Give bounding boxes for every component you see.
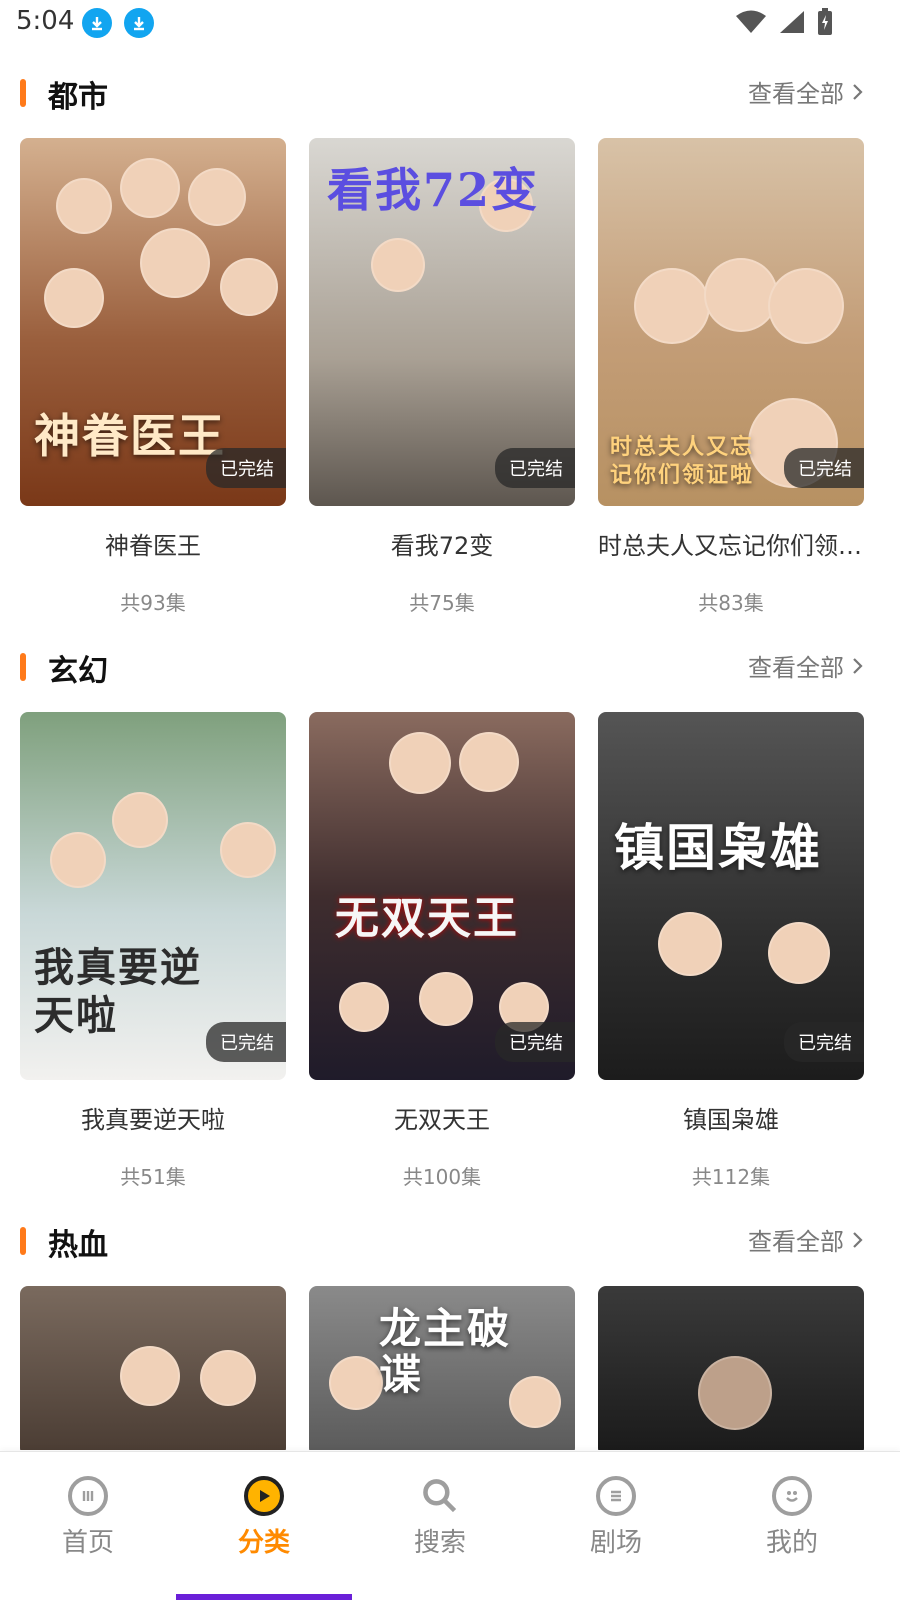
status-badge: 已完结 (206, 1022, 286, 1062)
bottom-tab-bar: 首页 分类 搜索 剧场 我的 (0, 1451, 900, 1600)
poster-title-art: 镇国枭雄 (614, 818, 822, 877)
poster-image[interactable]: 我真要逆天啦 已完结 (20, 712, 286, 1080)
view-all-link[interactable]: 查看全部 (748, 648, 864, 683)
theater-icon (596, 1476, 636, 1516)
poster-title-art: 龙主破谍 (379, 1304, 512, 1400)
poster-image[interactable]: 神眷医王 已完结 (20, 138, 286, 506)
tab-label: 搜索 (413, 1528, 466, 1558)
drama-card[interactable]: 我真要逆天啦 已完结 我真要逆天啦 共51集 (20, 712, 286, 1190)
section-fantasy: 玄幻 查看全部 我真要逆天啦 已完结 我真要逆天啦 共51集 无双天王 已完结 … (0, 636, 900, 1196)
episode-count: 共100集 (402, 1165, 482, 1189)
drama-card[interactable]: 无双天王 已完结 无双天王 共100集 (309, 712, 575, 1190)
wifi-icon (736, 10, 766, 33)
episode-count: 共83集 (698, 591, 764, 615)
drama-card[interactable] (598, 1286, 864, 1450)
poster-title-art: 时总夫人又忘记你们领证啦 (610, 433, 755, 489)
episode-count: 共51集 (120, 1165, 186, 1189)
status-badge: 已完结 (206, 448, 286, 488)
section-accent-bar (20, 79, 26, 107)
episode-count: 共112集 (691, 1165, 771, 1189)
poster-title-art: 我真要逆天啦 (34, 944, 202, 1039)
poster-title-art: 无双天王 (335, 893, 519, 944)
poster-title-art: 看我72变 (327, 163, 540, 217)
chevron-right-icon (853, 1231, 863, 1248)
status-badge: 已完结 (784, 448, 864, 488)
card-title: 看我72变 (390, 532, 494, 560)
tab-category[interactable]: 分类 (176, 1452, 352, 1600)
chevron-right-icon (853, 657, 863, 674)
section-title: 玄幻 (48, 654, 108, 689)
profile-icon (772, 1476, 812, 1516)
section-accent-bar (20, 1227, 26, 1255)
view-all-label: 查看全部 (748, 80, 844, 108)
status-badge: 已完结 (784, 1022, 864, 1062)
tab-label: 我的 (765, 1528, 818, 1558)
chevron-right-icon (853, 83, 863, 100)
download-icon (82, 8, 112, 38)
card-title: 无双天王 (394, 1106, 490, 1134)
drama-card[interactable]: 镇国枭雄 已完结 镇国枭雄 共112集 (598, 712, 864, 1190)
card-title: 时总夫人又忘记你们领证啦 (598, 532, 864, 560)
view-all-link[interactable]: 查看全部 (748, 74, 864, 109)
view-all-label: 查看全部 (748, 1228, 844, 1256)
drama-card[interactable] (20, 1286, 286, 1450)
signal-icon (780, 11, 804, 33)
poster-image[interactable]: 龙主破谍 (309, 1286, 575, 1450)
tab-search[interactable]: 搜索 (352, 1452, 528, 1600)
section-header: 都市 查看全部 (0, 62, 900, 122)
status-badge: 已完结 (495, 448, 575, 488)
card-title: 神眷医王 (105, 532, 201, 560)
drama-card[interactable]: 龙主破谍 (309, 1286, 575, 1450)
tab-label: 分类 (237, 1528, 290, 1558)
card-title: 我真要逆天啦 (81, 1106, 225, 1134)
status-bar: 5:04 (0, 0, 900, 48)
battery-icon (818, 8, 832, 35)
episode-count: 共75集 (409, 591, 475, 615)
home-icon (68, 1476, 108, 1516)
section-header: 玄幻 查看全部 (0, 636, 900, 696)
active-tab-indicator (176, 1594, 352, 1600)
poster-image[interactable]: 镇国枭雄 已完结 (598, 712, 864, 1080)
tab-theater[interactable]: 剧场 (528, 1452, 704, 1600)
category-icon (244, 1476, 284, 1516)
status-time: 5:04 (16, 6, 75, 36)
section-header: 热血 查看全部 (0, 1210, 900, 1270)
view-all-link[interactable]: 查看全部 (748, 1222, 864, 1257)
drama-card[interactable]: 看我72变 已完结 看我72变 共75集 (309, 138, 575, 616)
poster-image[interactable] (598, 1286, 864, 1450)
tab-label: 剧场 (589, 1528, 642, 1558)
search-icon (420, 1476, 460, 1516)
episode-count: 共93集 (120, 591, 186, 615)
section-title: 热血 (48, 1228, 108, 1263)
poster-image[interactable]: 看我72变 已完结 (309, 138, 575, 506)
poster-image[interactable] (20, 1286, 286, 1450)
card-title: 镇国枭雄 (683, 1106, 779, 1134)
section-title: 都市 (48, 80, 108, 115)
drama-card[interactable]: 时总夫人又忘记你们领证啦 已完结 时总夫人又忘记你们领证啦 共83集 (598, 138, 864, 616)
poster-image[interactable]: 无双天王 已完结 (309, 712, 575, 1080)
download-icon (124, 8, 154, 38)
section-accent-bar (20, 653, 26, 681)
drama-card[interactable]: 神眷医王 已完结 神眷医王 共93集 (20, 138, 286, 616)
section-urban: 都市 查看全部 神眷医王 已完结 神眷医王 共93集 看我72变 已完结 看我7… (0, 62, 900, 622)
status-badge: 已完结 (495, 1022, 575, 1062)
section-hot-blood: 热血 查看全部 龙主破谍 (0, 1210, 900, 1450)
tab-home[interactable]: 首页 (0, 1452, 176, 1600)
poster-image[interactable]: 时总夫人又忘记你们领证啦 已完结 (598, 138, 864, 506)
poster-title-art: 神眷医王 (34, 409, 226, 463)
tab-profile[interactable]: 我的 (704, 1452, 880, 1600)
tab-label: 首页 (61, 1528, 114, 1558)
view-all-label: 查看全部 (748, 654, 844, 682)
